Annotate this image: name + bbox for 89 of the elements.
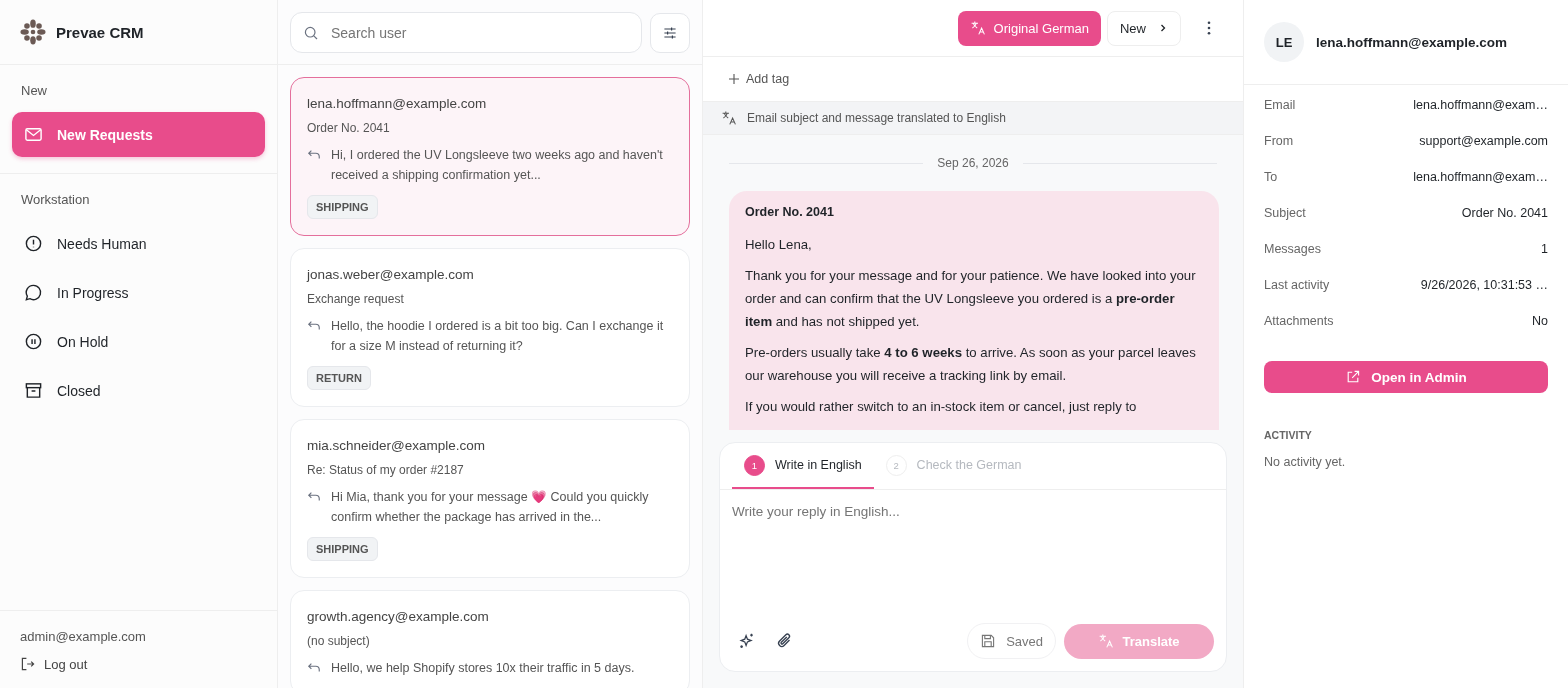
nav-item[interactable]: New Requests	[12, 112, 265, 157]
conversation-card[interactable]: jonas.weber@example.com Exchange request Hello, the hoodie I ordered is a bit too big. Can I exchange it for a size M instead of returning it? RETURN	[290, 248, 690, 407]
detail-label: Messages	[1264, 242, 1321, 256]
message-preview: Hi Mia, thank you for your message 💗 Could you quickly confirm whether the package has arrived in the...	[331, 489, 650, 526]
message-preview: Hello, the hoodie I ordered is a bit too big. Can I exchange it for a size M instead of returning it?	[331, 318, 665, 355]
detail-value: lena.hoffmann@exam…	[1413, 98, 1548, 112]
detail-label: Last activity	[1264, 278, 1330, 292]
translate-icon	[1098, 633, 1115, 649]
conversation-card[interactable]: growth.agency@example.com (no subject) Hello, we help Shopify stores 10x their traffic in 5 days.	[290, 590, 690, 688]
conversation-card[interactable]: lena.hoffmann@example.com Order No. 2041 Hi, I ordered the UV Longsleeve two weeks ago and haven't received a shipping confirmation yet... SHIPPING	[290, 77, 690, 236]
account-email: admin@example.com	[20, 629, 147, 644]
step-tab[interactable]: 1 Write in English	[732, 443, 874, 489]
contact-email: lena.hoffmann@example.com	[1316, 34, 1507, 50]
email-subject: Order No. 2041	[307, 121, 390, 135]
mail-icon	[24, 125, 43, 144]
nav-item[interactable]: Closed	[12, 368, 265, 413]
detail-label: From	[1264, 134, 1294, 148]
flower-logo-icon	[20, 19, 46, 45]
detail-label: Attachments	[1264, 314, 1334, 328]
detail-value: No	[1532, 314, 1548, 328]
sender-email: lena.hoffmann@example.com	[307, 96, 487, 111]
search-input[interactable]: Search user	[329, 23, 629, 42]
reply-arrow-icon	[307, 490, 321, 504]
tag-label: SHIPPING	[307, 537, 378, 561]
message-paragraph: Hello Lena,	[745, 236, 813, 254]
nav-item[interactable]: In Progress	[12, 270, 265, 315]
detail-value: lena.hoffmann@exam…	[1413, 170, 1548, 184]
search-field[interactable]: Search user	[290, 12, 642, 53]
date-divider: Sep 26, 2026	[937, 156, 1009, 170]
conversation-card[interactable]: mia.schneider@example.com Re: Status of my order #2187 Hi Mia, thank you for your message 💗 Could you quickly confirm whether the package has arrived in the... SHIPPING	[290, 419, 690, 578]
open-in-admin-button[interactable]: Open in Admin	[1264, 361, 1548, 393]
activity-heading: ACTIVITY	[1264, 429, 1313, 441]
reply-arrow-icon	[307, 148, 321, 162]
detail-value: 1	[1541, 242, 1548, 256]
nav-item[interactable]: On Hold	[12, 319, 265, 364]
search-icon	[303, 24, 319, 41]
logout-icon	[20, 656, 36, 672]
message-preview: Hello, we help Shopify stores 10x their traffic in 5 days.	[331, 660, 635, 677]
sender-email: growth.agency@example.com	[307, 609, 489, 624]
add-tag-button[interactable]: Add tag	[729, 72, 790, 86]
message-paragraph: Pre-orders usually take 4 to 6 weeks to arrive. As soon as your parcel leaves our warehouse you will receive a tracking link by email.	[745, 344, 1197, 385]
status-button[interactable]: New	[1107, 10, 1181, 46]
more-vertical-icon	[1207, 21, 1211, 35]
logout-link[interactable]: Log out	[20, 656, 257, 672]
detail-value: Order No. 2041	[1461, 206, 1548, 220]
detail-label: Email	[1264, 98, 1296, 112]
sliders-icon	[662, 24, 678, 41]
saved-button[interactable]: Saved	[967, 623, 1056, 659]
detail-value: support@example.com	[1419, 134, 1548, 148]
message-paragraph: Thank you for your message and for your patience. We have looked into your order and can confirm that the UV Longsleeve you ordered is a pre-order item and has not shipped yet.	[745, 267, 1197, 331]
message-preview: Hi, I ordered the UV Longsleeve two weeks ago and haven't received a shipping confirmation yet...	[331, 147, 664, 184]
original-german-button[interactable]: Original German	[957, 10, 1101, 46]
filter-button[interactable]	[650, 12, 690, 53]
step-number: 1	[744, 454, 765, 476]
archive-icon	[24, 381, 43, 400]
translation-note: Email subject and message translated to English	[747, 111, 1006, 125]
email-subject: Exchange request	[307, 292, 404, 306]
section-heading: Workstation	[20, 192, 91, 209]
translate-icon	[721, 110, 737, 126]
sparkle-icon	[738, 632, 756, 650]
email-subject: Re: Status of my order #2187	[307, 463, 464, 477]
translate-icon	[969, 20, 986, 36]
sender-email: jonas.weber@example.com	[307, 267, 474, 282]
reply-field[interactable]: Write your reply in English...	[720, 490, 1226, 623]
tag-label: SHIPPING	[307, 195, 378, 219]
message-paragraph: If you would rather switch to an in-stock item or cancel, just reply to	[745, 398, 1138, 416]
chat-bubble-icon	[24, 283, 43, 302]
step-label: Check the German	[916, 458, 1022, 472]
avatar: LE	[1264, 22, 1304, 62]
pause-icon	[24, 332, 43, 351]
section-heading: New	[20, 83, 48, 100]
step-label: Write in English	[775, 458, 862, 472]
detail-label: To	[1264, 170, 1278, 184]
alert-icon	[24, 234, 43, 253]
activity-empty-text: No activity yet.	[1264, 455, 1347, 469]
chevron-right-icon	[1158, 23, 1168, 33]
message-subject: Order No. 2041	[745, 205, 835, 219]
external-link-icon	[1345, 369, 1362, 385]
reply-arrow-icon	[307, 661, 321, 675]
detail-label: Subject	[1264, 206, 1306, 220]
nav-item[interactable]: Needs Human	[12, 221, 265, 266]
sender-email: mia.schneider@example.com	[307, 438, 486, 453]
save-icon	[980, 633, 997, 649]
detail-value: 9/26/2026, 10:31:53 …	[1420, 278, 1548, 292]
tag-label: RETURN	[307, 366, 371, 390]
email-subject: (no subject)	[307, 634, 370, 648]
app-name: Prevae CRM	[56, 23, 144, 41]
plus-icon	[729, 74, 739, 84]
reply-arrow-icon	[307, 319, 321, 333]
